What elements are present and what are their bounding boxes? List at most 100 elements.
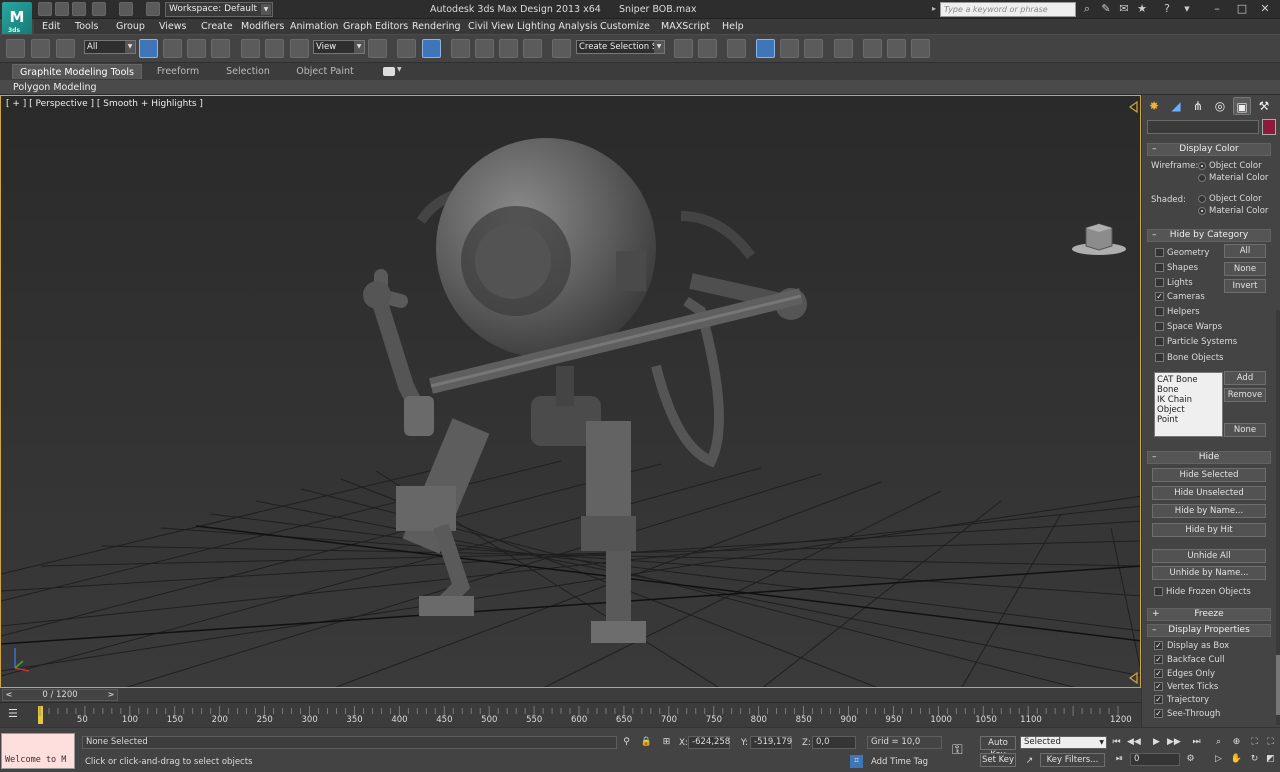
current-frame-field[interactable]: 0 xyxy=(1130,753,1180,766)
category-remove-button[interactable]: Remove xyxy=(1224,388,1266,402)
key-mode-toggle-icon[interactable]: ⏯ xyxy=(1113,753,1126,766)
field-of-view-icon[interactable]: ▷ xyxy=(1212,753,1225,766)
selection-filter-dropdown[interactable]: All ▼ xyxy=(84,40,136,54)
category-all-button[interactable]: All xyxy=(1224,244,1266,258)
snaps-toggle-icon[interactable] xyxy=(451,39,470,58)
unlink-selection-icon[interactable] xyxy=(31,39,50,58)
mirror-icon[interactable] xyxy=(674,39,693,58)
particle-systems-checkbox[interactable] xyxy=(1155,337,1164,346)
orbit-icon[interactable]: ↻ xyxy=(1248,753,1261,766)
hide-by-category-rollout-header[interactable]: – Hide by Category xyxy=(1147,229,1271,242)
y-coord-field[interactable]: -519,179 xyxy=(750,736,792,749)
named-selection-set-dropdown[interactable]: Create Selection Se ▼ xyxy=(576,40,665,54)
scene-explorer-icon[interactable] xyxy=(727,39,746,58)
application-button[interactable]: M 3ds xyxy=(2,2,32,36)
render-setup-icon[interactable] xyxy=(863,39,882,58)
zoom-icon[interactable]: ⌕ xyxy=(1212,736,1225,749)
unhide-by-name-button[interactable]: Unhide by Name... xyxy=(1152,566,1266,580)
minimize-icon[interactable]: – xyxy=(1210,2,1224,16)
display-tab-icon[interactable]: ▣ xyxy=(1233,97,1251,115)
hide-selected-button[interactable]: Hide Selected xyxy=(1152,468,1266,482)
perspective-viewport[interactable]: [ + ] [ Perspective ] [ Smooth + Highlig… xyxy=(0,95,1141,688)
material-editor-icon[interactable] xyxy=(834,39,853,58)
help-icon[interactable]: ? xyxy=(1160,2,1174,16)
previous-frame-icon[interactable]: ◀◀ xyxy=(1127,736,1141,749)
go-to-end-icon[interactable]: ⏭ xyxy=(1190,736,1203,749)
help-dropdown-icon[interactable]: ▼ xyxy=(1180,2,1194,16)
bone-objects-checkbox[interactable] xyxy=(1155,353,1164,362)
menu-maxscript[interactable]: MAXScript xyxy=(661,19,710,34)
search-arrow-icon[interactable]: ▸ xyxy=(932,4,936,13)
angle-snap-icon[interactable] xyxy=(475,39,494,58)
freeze-rollout-header[interactable]: + Freeze xyxy=(1147,608,1271,621)
wireframe-object-color-radio[interactable] xyxy=(1198,162,1206,170)
vertex-ticks-checkbox[interactable]: ✓ xyxy=(1154,682,1163,691)
render-production-icon[interactable] xyxy=(911,39,930,58)
display-properties-rollout-header[interactable]: – Display Properties xyxy=(1147,624,1271,637)
hide-unselected-button[interactable]: Hide Unselected xyxy=(1152,486,1266,500)
selection-lock-icon[interactable]: 🔒 xyxy=(640,736,653,749)
window-crossing-icon[interactable] xyxy=(211,39,230,58)
menu-help[interactable]: Help xyxy=(722,19,744,34)
category-invert-button[interactable]: Invert xyxy=(1224,279,1266,293)
go-to-start-icon[interactable]: ⏮ xyxy=(1110,736,1123,749)
ribbon-tab-object-paint[interactable]: Object Paint xyxy=(290,64,360,79)
curve-editor-icon[interactable] xyxy=(780,39,799,58)
wireframe-material-color-radio[interactable] xyxy=(1198,174,1206,182)
select-and-scale-icon[interactable] xyxy=(290,39,309,58)
zoom-extents-icon[interactable]: ⛶ xyxy=(1248,736,1261,749)
motion-tab-icon[interactable]: ◎ xyxy=(1211,97,1229,115)
play-icon[interactable]: ▶ xyxy=(1150,736,1163,749)
workspace-dropdown[interactable]: Workspace: Default ▼ xyxy=(165,2,273,17)
project-folder-icon[interactable] xyxy=(146,2,160,16)
default-in-out-tangents-icon[interactable]: ↗ xyxy=(1023,755,1036,768)
next-frame-icon[interactable]: ▶▶ xyxy=(1167,736,1181,749)
list-item[interactable]: CAT Bone xyxy=(1157,375,1220,385)
rectangular-selection-icon[interactable] xyxy=(187,39,206,58)
key-filters-button[interactable]: Key Filters... xyxy=(1040,753,1105,767)
category-list-none-button[interactable]: None xyxy=(1224,423,1266,437)
time-prev-arrow[interactable]: < xyxy=(4,690,14,700)
ribbon-options-icon[interactable] xyxy=(383,67,395,76)
new-file-icon[interactable] xyxy=(38,2,52,16)
menu-views[interactable]: Views xyxy=(159,19,187,34)
create-tab-icon[interactable]: ✸ xyxy=(1145,97,1163,115)
close-icon[interactable]: ✕ xyxy=(1258,2,1272,16)
maximize-icon[interactable]: □ xyxy=(1235,2,1249,16)
command-panel-scrollbar[interactable] xyxy=(1276,310,1280,725)
select-and-rotate-icon[interactable] xyxy=(265,39,284,58)
hide-rollout-header[interactable]: – Hide xyxy=(1147,451,1271,464)
panel-polygon-modeling[interactable]: Polygon Modeling xyxy=(13,80,97,95)
display-color-rollout-header[interactable]: – Display Color xyxy=(1147,143,1271,156)
edges-only-checkbox[interactable]: ✓ xyxy=(1154,669,1163,678)
subscription-icon[interactable]: ✎ xyxy=(1099,2,1113,16)
list-item[interactable]: IK Chain Object xyxy=(1157,395,1220,415)
percent-snap-icon[interactable] xyxy=(499,39,518,58)
open-file-icon[interactable] xyxy=(55,2,69,16)
zoom-extents-all-icon[interactable]: ⛶ xyxy=(1264,736,1277,749)
geometry-checkbox[interactable] xyxy=(1155,248,1164,257)
search-icon[interactable]: ⌕ xyxy=(1080,2,1094,16)
rendered-frame-window-icon[interactable] xyxy=(887,39,906,58)
object-name-field[interactable] xyxy=(1147,120,1259,134)
backface-cull-checkbox[interactable]: ✓ xyxy=(1154,655,1163,664)
list-item[interactable]: Point xyxy=(1157,415,1220,425)
reference-coordinate-dropdown[interactable]: View ▼ xyxy=(313,40,365,54)
menu-tools[interactable]: Tools xyxy=(75,19,98,34)
menu-customize[interactable]: Customize xyxy=(600,19,650,34)
hide-frozen-objects-checkbox[interactable] xyxy=(1154,587,1163,596)
align-icon[interactable] xyxy=(698,39,717,58)
category-add-button[interactable]: Add xyxy=(1224,371,1266,385)
menu-civil-view[interactable]: Civil View xyxy=(468,19,514,34)
bind-space-warp-icon[interactable] xyxy=(56,39,75,58)
shaded-material-color-radio[interactable] xyxy=(1198,207,1206,215)
menu-animation[interactable]: Animation xyxy=(290,19,338,34)
select-by-name-icon[interactable] xyxy=(163,39,182,58)
z-coord-field[interactable]: 0,0 xyxy=(812,736,856,749)
shaded-object-color-radio[interactable] xyxy=(1198,195,1206,203)
zoom-all-icon[interactable]: ⊕ xyxy=(1230,736,1243,749)
trajectory-checkbox[interactable]: ✓ xyxy=(1154,695,1163,704)
ribbon-tab-selection[interactable]: Selection xyxy=(215,64,281,79)
edit-named-selection-icon[interactable] xyxy=(552,39,571,58)
shapes-checkbox[interactable] xyxy=(1155,263,1164,272)
